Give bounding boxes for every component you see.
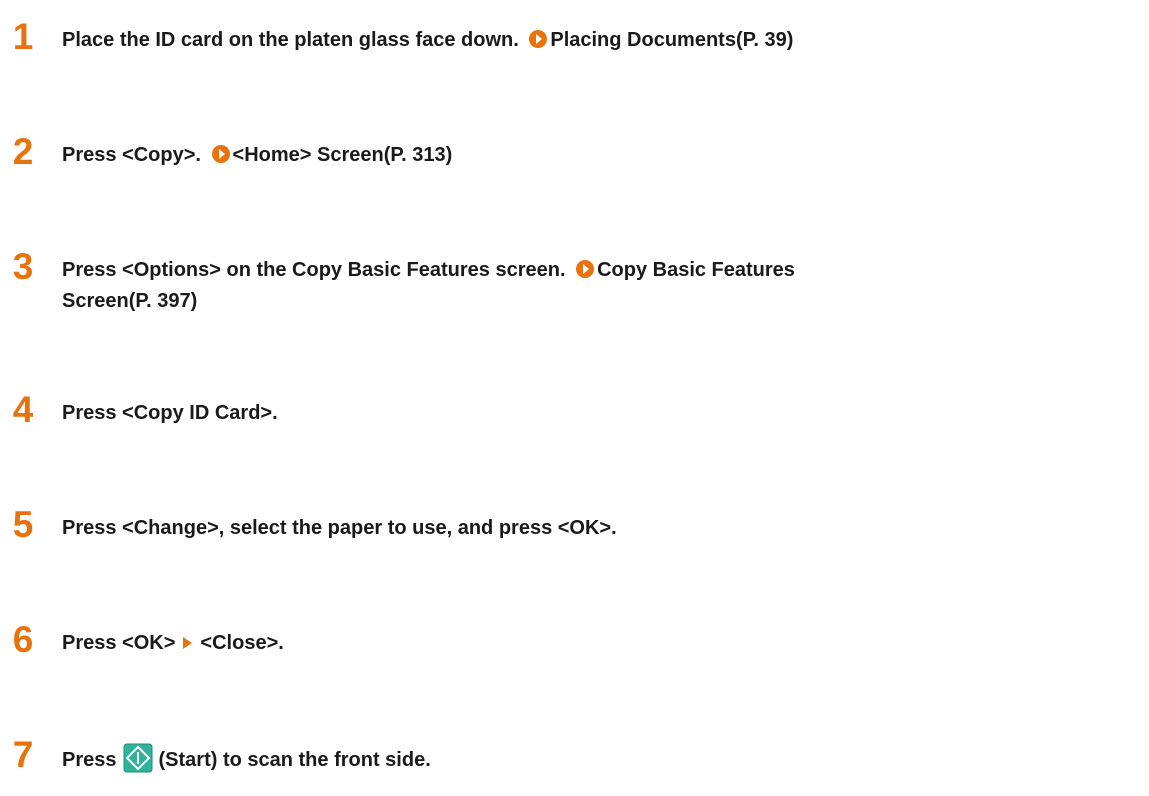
step-text: Press <Options> on the Copy Basic Featur… xyxy=(62,255,1122,317)
step-text: Press <OK> <Close>. xyxy=(62,628,1122,659)
step-number: 1 xyxy=(12,16,34,57)
step-text: Press <Change>, select the paper to use,… xyxy=(62,513,1122,544)
step-number: 4 xyxy=(12,389,34,430)
next-arrow-icon xyxy=(183,637,193,649)
cross-reference-link-continued[interactable]: Screen(P. 397) xyxy=(62,290,197,312)
link-arrow-icon[interactable] xyxy=(211,145,230,163)
step-instruction: Place the ID card on the platen glass fa… xyxy=(62,29,519,51)
start-key-icon xyxy=(123,743,152,773)
step-text: Press <Copy>. <Home> Screen(P. 313) xyxy=(62,140,1122,171)
step-number: 5 xyxy=(12,504,34,545)
cross-reference-link[interactable]: Placing Documents(P. 39) xyxy=(550,29,793,51)
step-text: Place the ID card on the platen glass fa… xyxy=(62,25,1122,56)
step-instruction-continued: (Start) to scan the front side. xyxy=(158,749,431,771)
cross-reference-link[interactable]: Copy Basic Features xyxy=(597,259,795,281)
step-number: 7 xyxy=(12,734,34,775)
step-number: 6 xyxy=(12,619,34,660)
step-instruction: Press <OK> xyxy=(62,632,176,654)
cross-reference-link[interactable]: <Home> Screen(P. 313) xyxy=(233,144,453,166)
step-instruction: Press <Copy>. xyxy=(62,144,201,166)
step-instruction-continued: <Close>. xyxy=(200,632,284,654)
step-instruction: Press <Options> on the Copy Basic Featur… xyxy=(62,259,566,281)
step-text: Press (Start) to scan the front side. xyxy=(62,743,1122,776)
step-instruction: Press xyxy=(62,749,117,771)
step-number: 3 xyxy=(12,246,34,287)
step-text: Press <Copy ID Card>. xyxy=(62,398,1122,429)
step-number: 2 xyxy=(12,131,34,172)
step-instruction: Press <Copy ID Card>. xyxy=(62,402,278,424)
link-arrow-icon[interactable] xyxy=(576,260,595,278)
link-arrow-icon[interactable] xyxy=(529,30,548,48)
step-instruction: Press <Change>, select the paper to use,… xyxy=(62,517,617,539)
